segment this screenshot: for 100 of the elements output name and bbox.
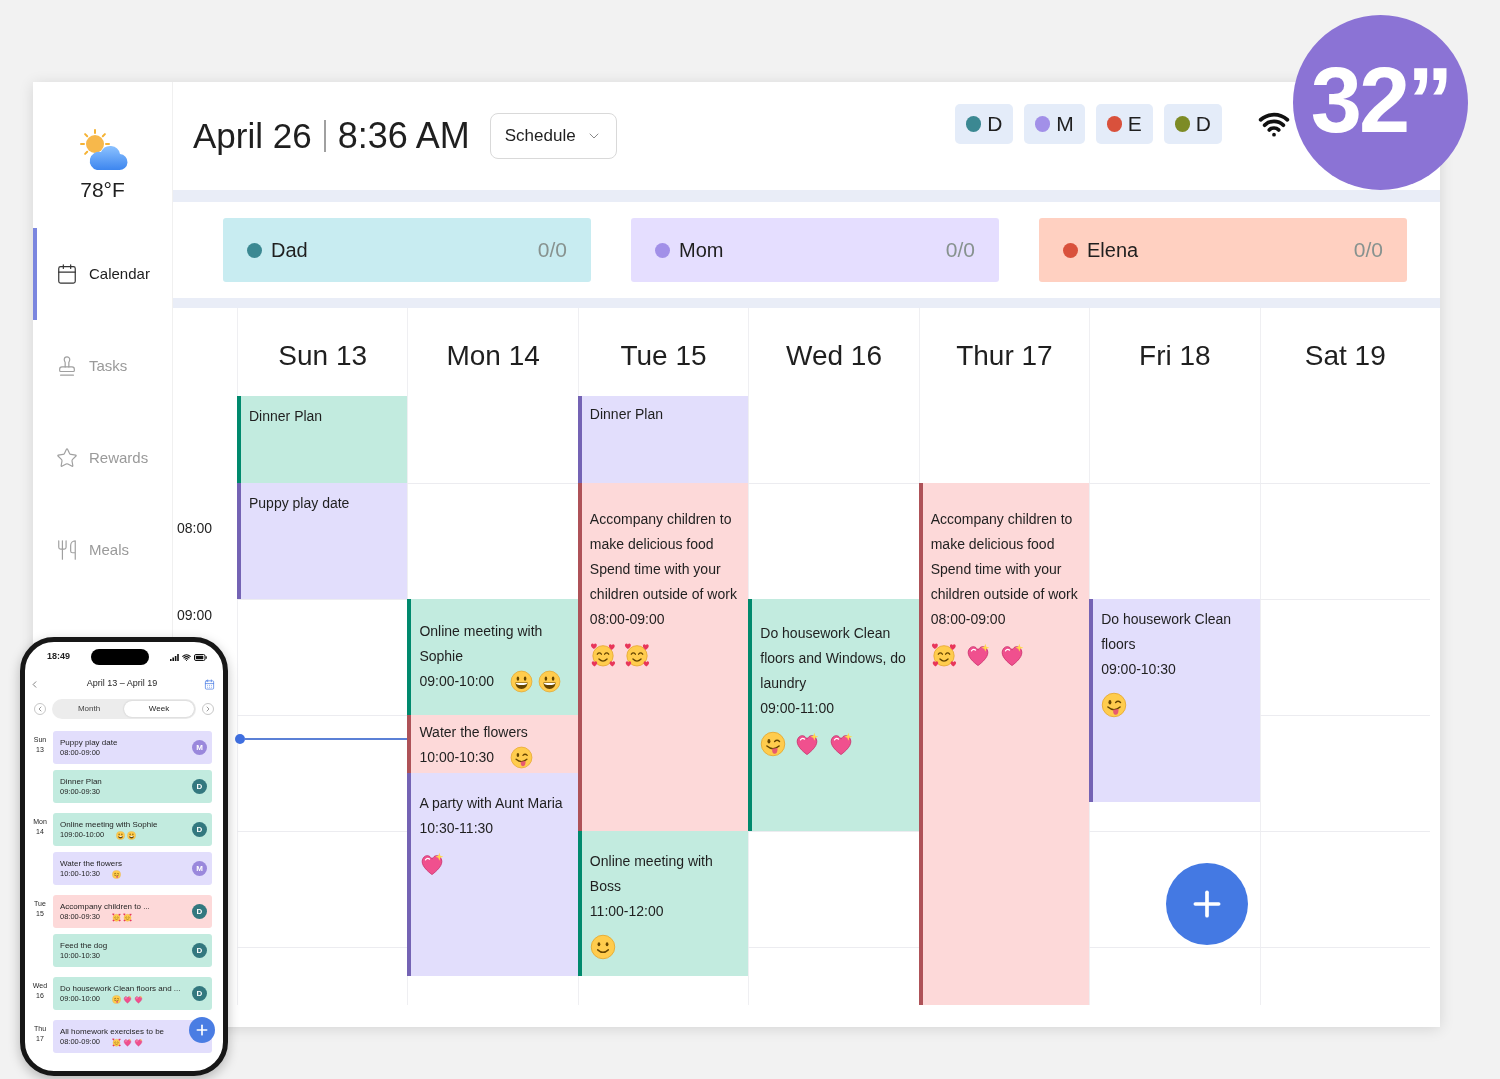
avatar: D <box>192 904 207 919</box>
day-label: Sat 19 <box>1304 339 1386 373</box>
avatar: M <box>192 740 207 755</box>
event-title: Puppy play date <box>249 494 351 513</box>
time-label: 08:00 <box>177 520 213 536</box>
event-card[interactable]: Accompany children to make delicious food Spend time with your children outside of work 08:00-09:00 <box>577 483 749 831</box>
event-card[interactable]: A party with Aunt Maria 10:30-11:30 <box>407 773 578 976</box>
day-label: Sun 13 <box>278 339 368 373</box>
temperature: 78°F <box>80 178 125 202</box>
event-card[interactable]: Water the flowers 10:00-10:30 <box>407 715 578 773</box>
size-badge: 32” <box>1293 15 1468 190</box>
chevron-right-icon <box>204 705 212 713</box>
event-title: Accompany children to ... <box>60 900 150 912</box>
event-time: 10:30-11:30 <box>419 819 495 838</box>
sparkling-heart-icon <box>123 994 133 1004</box>
day-label: Tue 15 <box>620 339 707 373</box>
event-card[interactable]: Online meeting with Boss 11:00-12:00 <box>577 831 749 976</box>
star-icon <box>56 447 78 469</box>
time-label: 09:00 <box>177 607 213 623</box>
battery-icon <box>194 653 207 661</box>
member-chip[interactable]: D <box>1163 104 1222 144</box>
winking-face-with-tongue-icon <box>112 994 122 1004</box>
sparkling-heart-icon <box>123 1037 133 1047</box>
member-card[interactable]: Elena 0/0 <box>1039 218 1407 282</box>
event-title: Do housework Clean floors <box>1101 610 1233 654</box>
member-name: Elena <box>1087 238 1139 263</box>
member-name: Mom <box>679 238 724 263</box>
sparkling-heart-icon <box>794 731 821 757</box>
view-tab[interactable]: Week <box>124 701 194 717</box>
camera-cutout <box>91 649 149 665</box>
utensils-icon <box>56 539 78 561</box>
smiling-face-with-hearts-icon <box>112 912 122 922</box>
event-card[interactable]: Do housework Clean floors and Windows, do laundry 09:00-11:00 <box>748 599 919 831</box>
event-card[interactable]: Online meeting with Sophie 09:00-10:00 <box>407 599 578 715</box>
event-title: Do housework Clean floors and ... <box>60 982 181 994</box>
grinning-face-icon <box>116 830 126 840</box>
event-time: 11:00-12:00 <box>589 902 665 921</box>
current-date: April 26 <box>193 116 312 156</box>
avatar: D <box>192 779 207 794</box>
event-title: Puppy play date <box>60 736 118 748</box>
member-chip[interactable]: M <box>1024 104 1085 144</box>
event-card[interactable]: Do housework Clean floors 09:00-10:30 <box>1089 599 1260 802</box>
event-time: 09:00-10:30 <box>1101 660 1177 679</box>
avatar: D <box>192 986 207 1001</box>
add-event-button[interactable] <box>189 1017 215 1043</box>
grinning-face-icon <box>538 670 562 693</box>
event-time: 08:00-09:00 <box>930 610 1007 629</box>
smiling-face-with-hearts-icon <box>123 912 133 922</box>
view-dropdown[interactable]: Schedule <box>489 113 617 159</box>
event-title: Dinner Plan <box>249 407 324 426</box>
calendar-icon <box>56 263 78 285</box>
event-title: Water the flowers <box>60 857 122 869</box>
event-title: All homework exercises to be <box>60 1025 165 1037</box>
event-title: Accompany children to make delicious food Spend time with your children outside of work <box>589 510 738 604</box>
sparkling-heart-icon <box>419 851 446 877</box>
event-title: Dinner Plan <box>589 405 664 424</box>
winking-face-with-tongue-icon <box>760 731 787 757</box>
calendar-icon[interactable] <box>204 678 215 690</box>
member-card[interactable]: Dad 0/0 <box>223 218 591 282</box>
task-count: 0/0 <box>537 237 567 264</box>
wifi-icon <box>182 652 191 662</box>
event-title: Water the flowers <box>419 723 529 742</box>
member-card[interactable]: Mom 0/0 <box>631 218 999 282</box>
grinning-face-icon <box>127 830 137 840</box>
avatar: M <box>192 861 207 876</box>
event-title: Online meeting with Sophie <box>419 622 544 666</box>
task-count: 0/0 <box>1353 237 1383 264</box>
day-label: Fri 18 <box>1139 339 1211 373</box>
event-card[interactable]: Dinner Plan <box>577 396 749 483</box>
event-title: Feed the dog <box>60 939 108 951</box>
event-title: Do housework Clean floors and Windows, do laundry <box>760 624 907 693</box>
member-chip[interactable]: E <box>1095 104 1153 144</box>
grinning-face-icon <box>510 670 534 693</box>
member-chip[interactable]: D <box>955 104 1014 144</box>
view-tab[interactable]: Month <box>54 701 124 717</box>
event-time: 09:00-11:00 <box>760 699 835 718</box>
sparkling-heart-icon <box>828 731 855 757</box>
sparkling-heart-icon <box>134 994 144 1004</box>
stamp-icon <box>56 355 78 377</box>
event-time: 08:00-09:00 <box>589 610 666 629</box>
event-card[interactable]: Dinner Plan <box>237 396 408 483</box>
day-label: Mon 14 <box>446 339 540 373</box>
signal-icon <box>170 653 179 661</box>
event-card[interactable]: Accompany children to make delicious food Spend time with your children outside of work 08:00-09:00 <box>918 483 1090 1005</box>
event-card[interactable]: Puppy play date <box>237 483 408 599</box>
sparkling-heart-icon <box>134 1037 144 1047</box>
smiling-face-with-hearts-icon <box>589 642 616 668</box>
chevron-left-icon <box>36 705 44 713</box>
winking-face-with-tongue-icon <box>510 746 534 769</box>
event-title: Dinner Plan <box>60 775 102 787</box>
status-time: 18:49 <box>47 650 72 664</box>
nav-item[interactable]: Calendar <box>33 228 172 320</box>
smiling-face-icon <box>589 934 616 960</box>
plus-icon <box>194 1022 210 1038</box>
current-time: 8:36 AM <box>337 116 470 156</box>
winking-face-with-tongue-icon <box>112 869 122 879</box>
event-title: Online meeting with Boss <box>589 852 714 896</box>
day-label: Thur 17 <box>956 339 1053 373</box>
event-title: Accompany children to make delicious food Spend time with your children outside of work <box>930 510 1079 604</box>
event-title: Online meeting with Sophie <box>60 818 158 830</box>
